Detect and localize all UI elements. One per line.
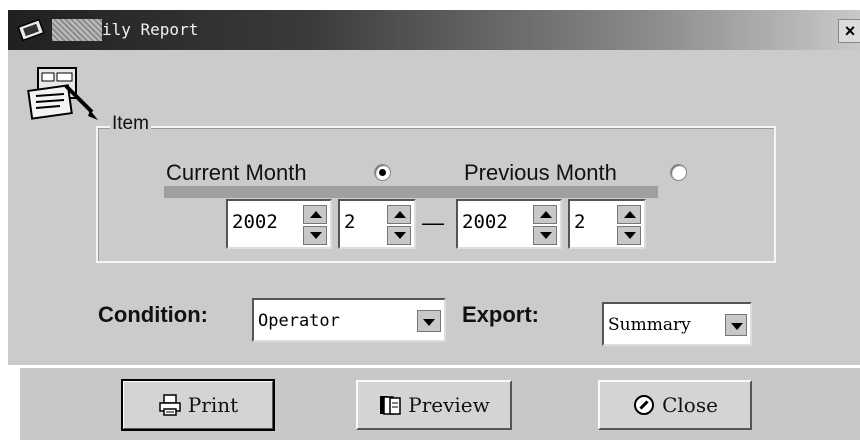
window-title: ily Report [102, 20, 199, 39]
close-button[interactable]: Close [598, 380, 752, 430]
pages-icon [380, 396, 401, 415]
from-year-down-button[interactable] [303, 226, 327, 245]
current-month-radio[interactable] [374, 164, 391, 181]
to-month-spinner[interactable]: 2 [568, 199, 646, 249]
report-icon [27, 67, 98, 120]
range-separator: — [422, 210, 444, 235]
separator-bar [164, 186, 658, 198]
current-month-label: Current Month [166, 160, 307, 185]
close-icon[interactable]: × [838, 19, 860, 43]
preview-button[interactable]: Preview [356, 380, 512, 430]
chip-icon [17, 18, 45, 42]
title-pattern [52, 19, 102, 41]
export-label: Export: [462, 302, 539, 327]
to-year-value: 2002 [462, 211, 508, 233]
chevron-down-icon[interactable] [417, 310, 441, 332]
condition-select[interactable]: Operator [252, 298, 446, 342]
title-bar[interactable]: ily Report × [8, 10, 860, 50]
previous-month-label: Previous Month [464, 160, 617, 185]
from-month-spinner[interactable]: 2 [338, 199, 416, 249]
export-value: Summary [608, 315, 691, 335]
from-month-value: 2 [344, 211, 356, 233]
print-button[interactable]: Print [121, 379, 275, 431]
export-select[interactable]: Summary [602, 302, 752, 346]
from-year-value: 2002 [232, 211, 278, 233]
to-year-spinner[interactable]: 2002 [456, 199, 562, 249]
to-month-value: 2 [574, 211, 586, 233]
from-year-up-button[interactable] [303, 205, 327, 224]
from-month-down-button[interactable] [387, 226, 411, 245]
print-button-label: Print [187, 393, 239, 417]
close-button-label: Close [662, 393, 718, 417]
item-group-legend: Item [110, 113, 151, 135]
to-year-up-button[interactable] [533, 205, 557, 224]
to-month-down-button[interactable] [617, 226, 641, 245]
preview-button-label: Preview [408, 393, 490, 417]
printer-icon [159, 394, 181, 416]
power-icon [634, 395, 655, 415]
condition-value: Operator [258, 311, 340, 331]
to-month-up-button[interactable] [617, 205, 641, 224]
from-month-up-button[interactable] [387, 205, 411, 224]
condition-label: Condition: [98, 302, 208, 327]
to-year-down-button[interactable] [533, 226, 557, 245]
from-year-spinner[interactable]: 2002 [226, 199, 332, 249]
chevron-down-icon[interactable] [725, 314, 747, 336]
previous-month-radio[interactable] [670, 164, 687, 181]
